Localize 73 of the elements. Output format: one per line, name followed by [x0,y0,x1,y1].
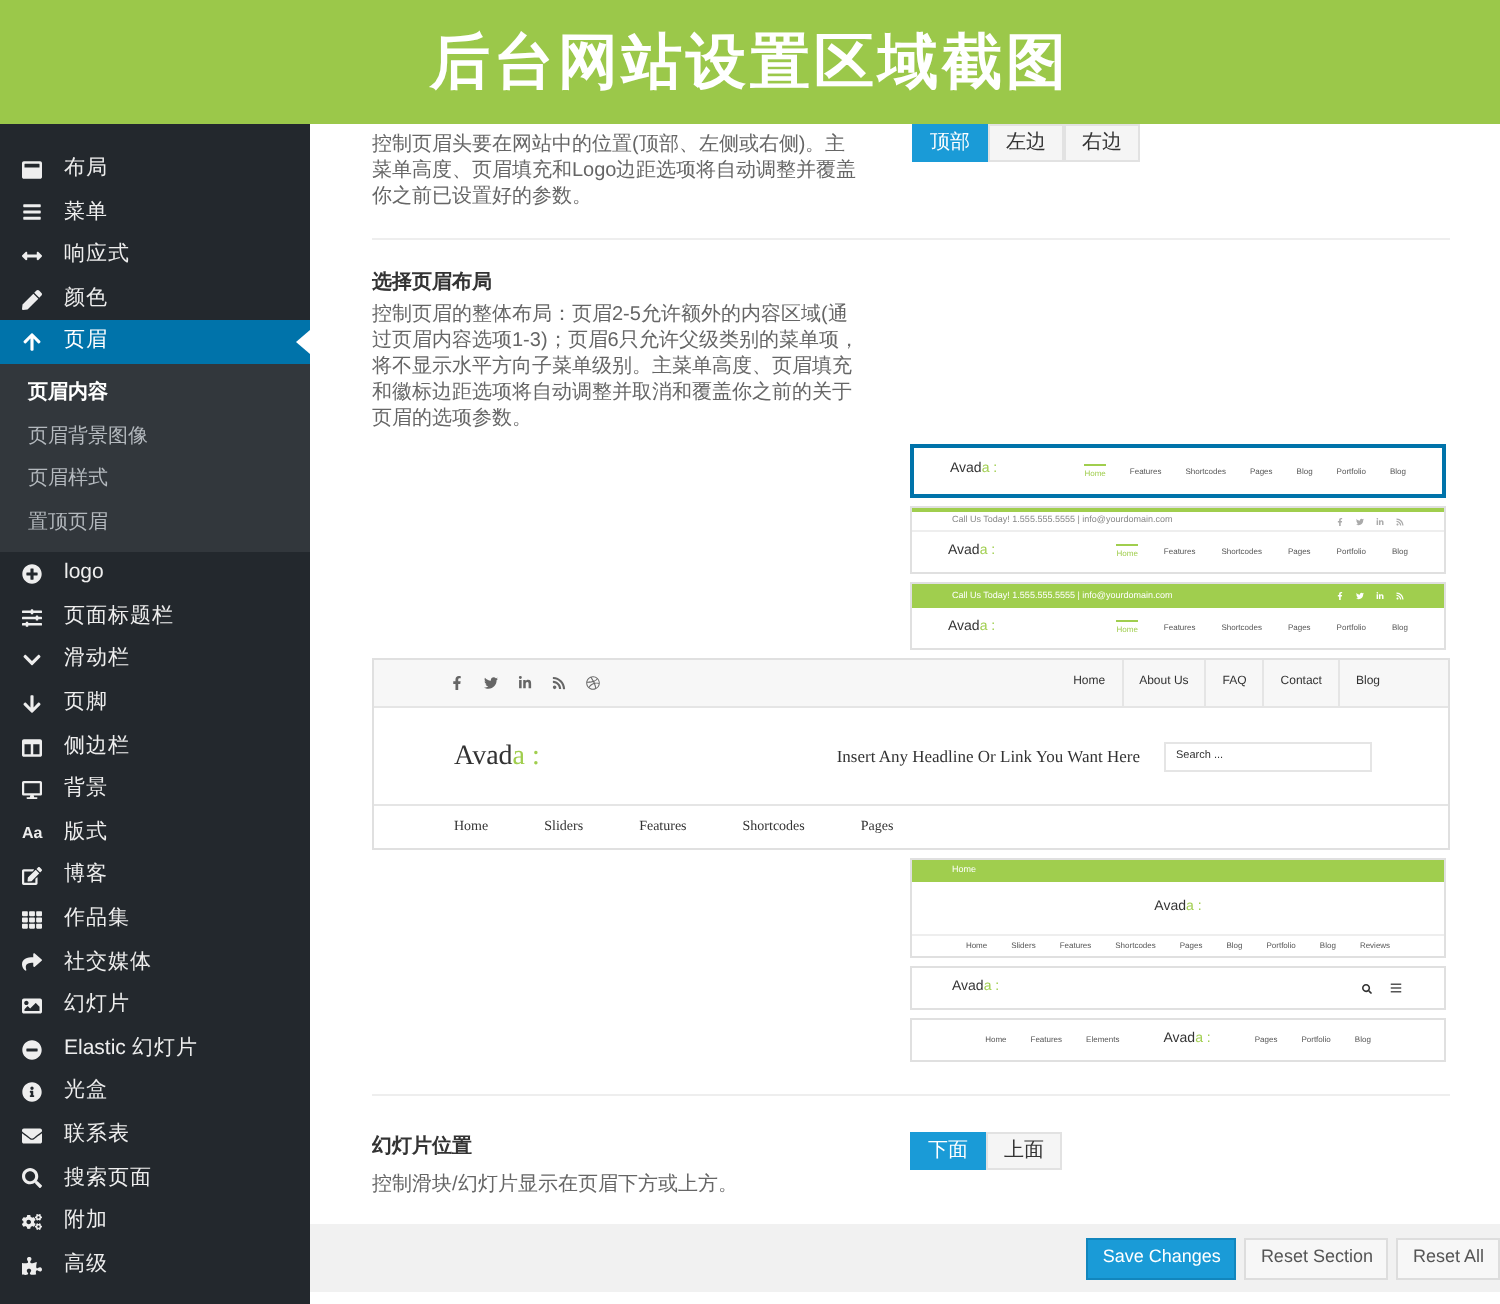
sidebar-item[interactable]: logo [0,552,310,596]
sidebar-item[interactable]: 页眉 [0,320,310,364]
sidebar-item[interactable]: 光盒 [0,1070,310,1115]
sidebar-item[interactable]: 联系表 [0,1114,310,1158]
twitter-icon [1356,517,1364,525]
submenu-item[interactable]: 置顶页眉 [0,501,310,545]
sidebar-item[interactable]: 高级 [0,1243,310,1287]
columns-icon [22,737,42,758]
sidebar-item[interactable]: 幻灯片 [0,984,310,1028]
envelope-icon [22,1125,42,1146]
pen-icon [22,289,42,310]
menu-icon [22,202,42,223]
submenu-item[interactable]: 页眉背景图像 [0,415,310,459]
headline: Insert Any Headline Or Link You Want Here [836,743,1140,769]
share-icon [22,952,42,973]
edit-icon [22,866,42,887]
sidebar-item[interactable]: 侧边栏 [0,725,310,769]
info-icon [22,1082,42,1103]
rss-icon [1396,592,1404,600]
sidebar-item[interactable]: 响应式 [0,234,310,278]
cogs-icon [22,1212,42,1233]
rss-icon [1396,517,1404,525]
linkedin-icon [1376,592,1384,600]
logo: Avada : [454,739,540,775]
menu-icon [1388,982,1404,994]
option-button[interactable]: 左边 [988,124,1064,162]
sidebar-item[interactable]: 滑动栏 [0,639,310,683]
down-arrow-icon [22,693,42,714]
section-description: 控制页眉头要在网站中的位置(顶部、左侧或右侧)。主菜单高度、页眉填充和Logo边距选项将自动调整并覆盖你之前已设置好的参数。 [372,131,859,210]
sidebar-item[interactable]: 背景 [0,768,310,812]
submenu-item[interactable]: 页眉样式 [0,458,310,502]
facebook-icon [450,676,464,690]
sidebar-item[interactable]: 搜索页面 [0,1157,310,1201]
layout-icon [22,159,42,180]
grid-icon [22,909,42,930]
sidebar-item[interactable]: 颜色 [0,277,310,321]
font-icon: Aa [22,821,42,846]
sidebar-item[interactable]: Aa 版式 [0,811,310,855]
twitter-icon [484,676,498,690]
twitter-icon [1356,592,1364,600]
footer-button[interactable]: Reset All [1396,1237,1500,1279]
option-button[interactable]: 上面 [986,1132,1062,1170]
section-title: 幻灯片位置 [372,1133,474,1162]
facebook-icon [1336,592,1344,600]
sidebar-item[interactable]: 作品集 [0,898,310,942]
linkedin-icon [518,676,532,690]
dribbble-icon [586,676,600,690]
sidebar-item[interactable]: 博客 [0,855,310,899]
sidebar-item[interactable]: 附加 [0,1200,310,1244]
search-icon [1362,983,1372,993]
option-button[interactable]: 右边 [1064,124,1140,162]
facebook-icon [1336,517,1344,525]
sidebar-item[interactable]: 页面标题栏 [0,595,310,640]
sidebar-item[interactable]: 社交媒体 [0,941,310,985]
section-title: 选择页眉布局 [372,269,494,298]
monitor-icon [22,780,42,801]
sidebar-item[interactable]: 菜单 [0,191,310,235]
footer-button[interactable]: Reset Section [1244,1237,1389,1279]
banner-title: 后台网站设置区域截图 [430,27,1070,99]
section-description: 控制滑块/幻灯片显示在页眉下方或上方。 [372,1171,740,1200]
rss-icon [552,676,566,690]
sidebar-item[interactable]: 布局 [0,148,310,192]
section-description: 控制页眉的整体布局：页眉2-5允许额外的内容区域(通过页眉内容选项1-3)；页眉6只允许父级类别的菜单项，将不显示水平方向子菜单级别。主菜单高度、页眉填充和徽标边距选项将自动调整并取消和覆盖你之前的关于页眉的选项参数。 [372,302,861,432]
image-icon [22,996,42,1017]
chevron-down-icon [22,650,42,671]
sidebar-item[interactable]: 页脚 [0,682,310,726]
linkedin-icon [1376,517,1384,525]
puzzle-icon [22,1255,42,1276]
sliders-icon [22,607,42,628]
search-icon [22,1168,42,1189]
submenu-item[interactable]: 页眉内容 [0,371,310,416]
up-arrow-icon [22,332,42,353]
sidebar-item[interactable]: Elastic 幻灯片 [0,1027,310,1071]
